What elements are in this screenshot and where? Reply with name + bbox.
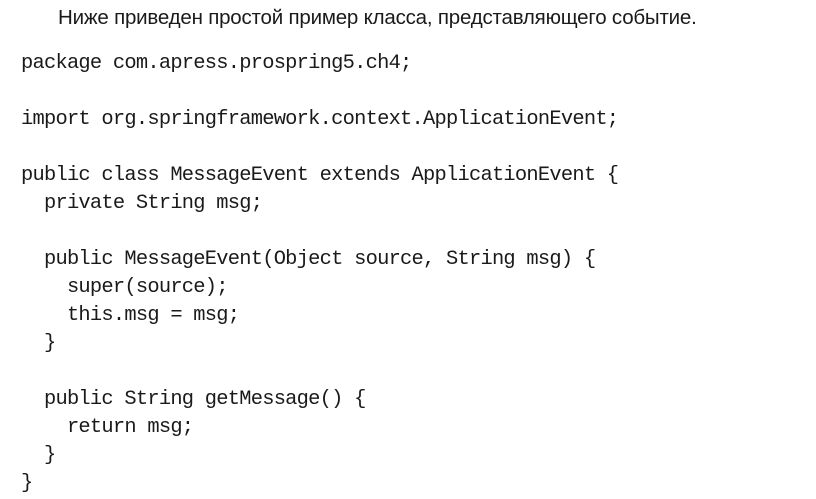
- intro-paragraph: Ниже приведен простой пример класса, пре…: [58, 6, 697, 29]
- code-line: }: [21, 472, 33, 495]
- code-line: }: [21, 332, 56, 355]
- code-line: this.msg = msg;: [21, 304, 240, 327]
- code-line: public class MessageEvent extends Applic…: [21, 164, 619, 187]
- code-listing: package com.apress.prospring5.ch4; impor…: [21, 50, 619, 498]
- code-line: super(source);: [21, 276, 229, 299]
- code-line: public MessageEvent(Object source, Strin…: [21, 248, 596, 271]
- code-line: }: [21, 444, 56, 467]
- code-line: public String getMessage() {: [21, 388, 366, 411]
- code-line: package com.apress.prospring5.ch4;: [21, 52, 412, 75]
- document-page: Ниже приведен простой пример класса, пре…: [0, 0, 816, 499]
- code-line: import org.springframework.context.Appli…: [21, 108, 619, 131]
- code-line: return msg;: [21, 416, 194, 439]
- code-line: private String msg;: [21, 192, 263, 215]
